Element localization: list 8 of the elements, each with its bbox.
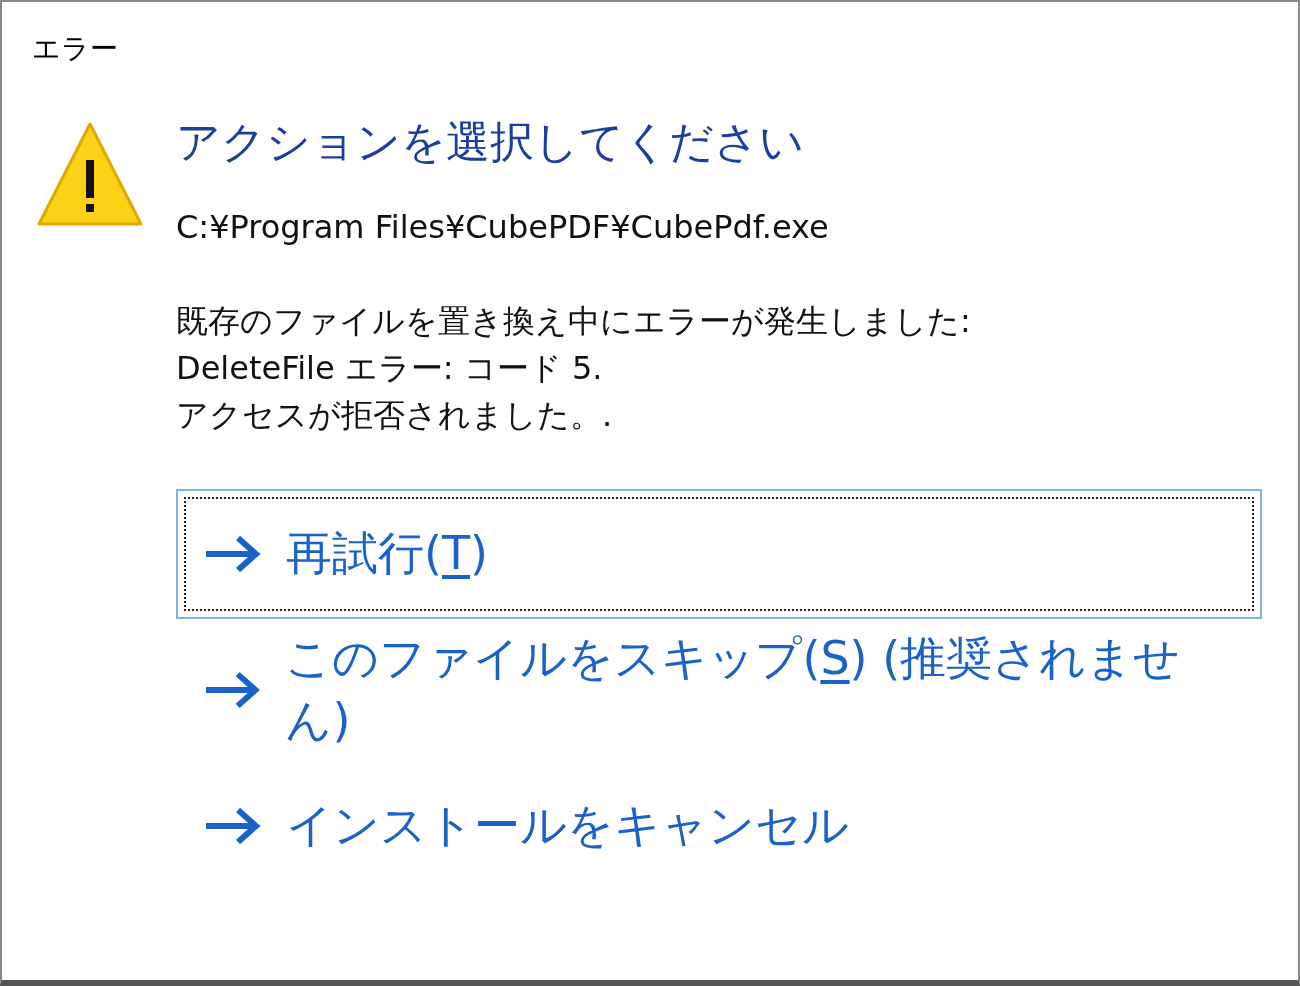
action-button[interactable]: このファイルをスキップ(S) (推奨されません) [176,625,1262,755]
action-button[interactable]: インストールをキャンセル [176,761,1262,891]
dialog-heading: アクションを選択してください [176,115,805,169]
warning-icon [36,120,144,228]
window-title: エラー [31,31,119,67]
file-path: C:¥Program Files¥CubePDF¥CubePdf.exe [176,208,830,246]
error-message: 既存のファイルを置き換え中にエラーが発生しました: DeleteFile エラー: コード 5. アクセスが拒否されました。. [176,301,972,436]
action-button[interactable]: 再試行(T) [176,489,1262,619]
